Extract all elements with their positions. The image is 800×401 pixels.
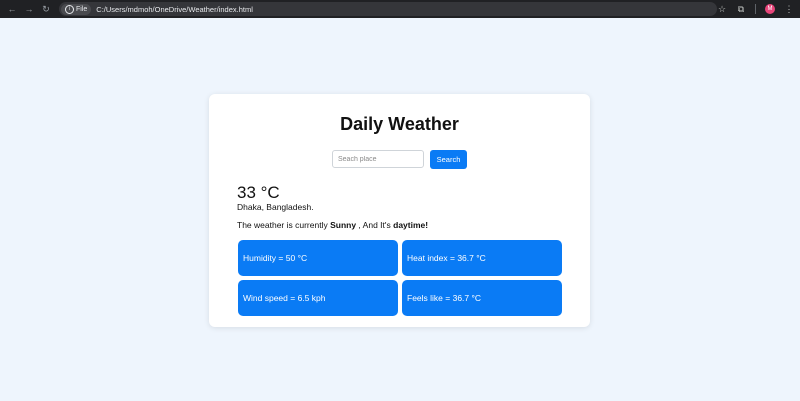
heat-index-text: Heat index = 36.7 °C [407, 253, 486, 263]
search-button[interactable]: Search [430, 150, 467, 169]
wind-speed-tile: Wind speed = 6.5 kph [238, 280, 398, 316]
search-input[interactable] [332, 150, 424, 168]
info-icon: i [65, 4, 74, 14]
back-arrow-icon[interactable]: ← [5, 2, 19, 16]
reload-icon[interactable]: ↻ [39, 2, 53, 16]
extensions-icon[interactable]: ⧉ [736, 4, 746, 15]
feels-like-text: Feels like = 36.7 °C [407, 293, 482, 303]
site-info-chip[interactable]: i File [61, 3, 92, 15]
feels-like-tile: Feels like = 36.7 °C [402, 280, 562, 316]
bookmark-star-icon[interactable]: ☆ [717, 4, 727, 15]
humidity-tile: Humidity = 50 °C [238, 240, 398, 276]
weather-card: Daily Weather Search 33 °C Dhaka, Bangla… [209, 94, 590, 327]
status-prefix: The weather is currently [237, 220, 331, 230]
toolbar-divider [755, 4, 756, 14]
weather-status: The weather is currently Sunny , And It'… [237, 220, 428, 230]
status-middle: , And It's [356, 220, 394, 230]
browser-toolbar: ← → ↻ i File C:/Users/mdmoh/OneDrive/Wea… [0, 0, 800, 18]
menu-dots-icon[interactable]: ⋮ [784, 4, 794, 15]
site-info-label: File [76, 5, 88, 13]
temperature-value: 33 °C [237, 183, 280, 202]
page-title: Daily Weather [340, 114, 459, 134]
profile-avatar[interactable]: M [765, 4, 775, 14]
url-text[interactable]: C:/Users/mdmoh/OneDrive/Weather/index.ht… [96, 5, 253, 14]
wind-speed-text: Wind speed = 6.5 kph [243, 293, 326, 303]
address-bar[interactable]: i File C:/Users/mdmoh/OneDrive/Weather/i… [59, 2, 717, 16]
condition-text: Sunny [330, 220, 357, 230]
time-of-day-text: daytime! [393, 220, 429, 230]
heat-index-tile: Heat index = 36.7 °C [402, 240, 562, 276]
location-text: Dhaka, Bangladesh. [237, 202, 314, 212]
toolbar-actions: ☆ ⧉ M ⋮ [717, 0, 794, 18]
forward-arrow-icon[interactable]: → [22, 2, 36, 16]
humidity-text: Humidity = 50 °C [243, 253, 308, 263]
